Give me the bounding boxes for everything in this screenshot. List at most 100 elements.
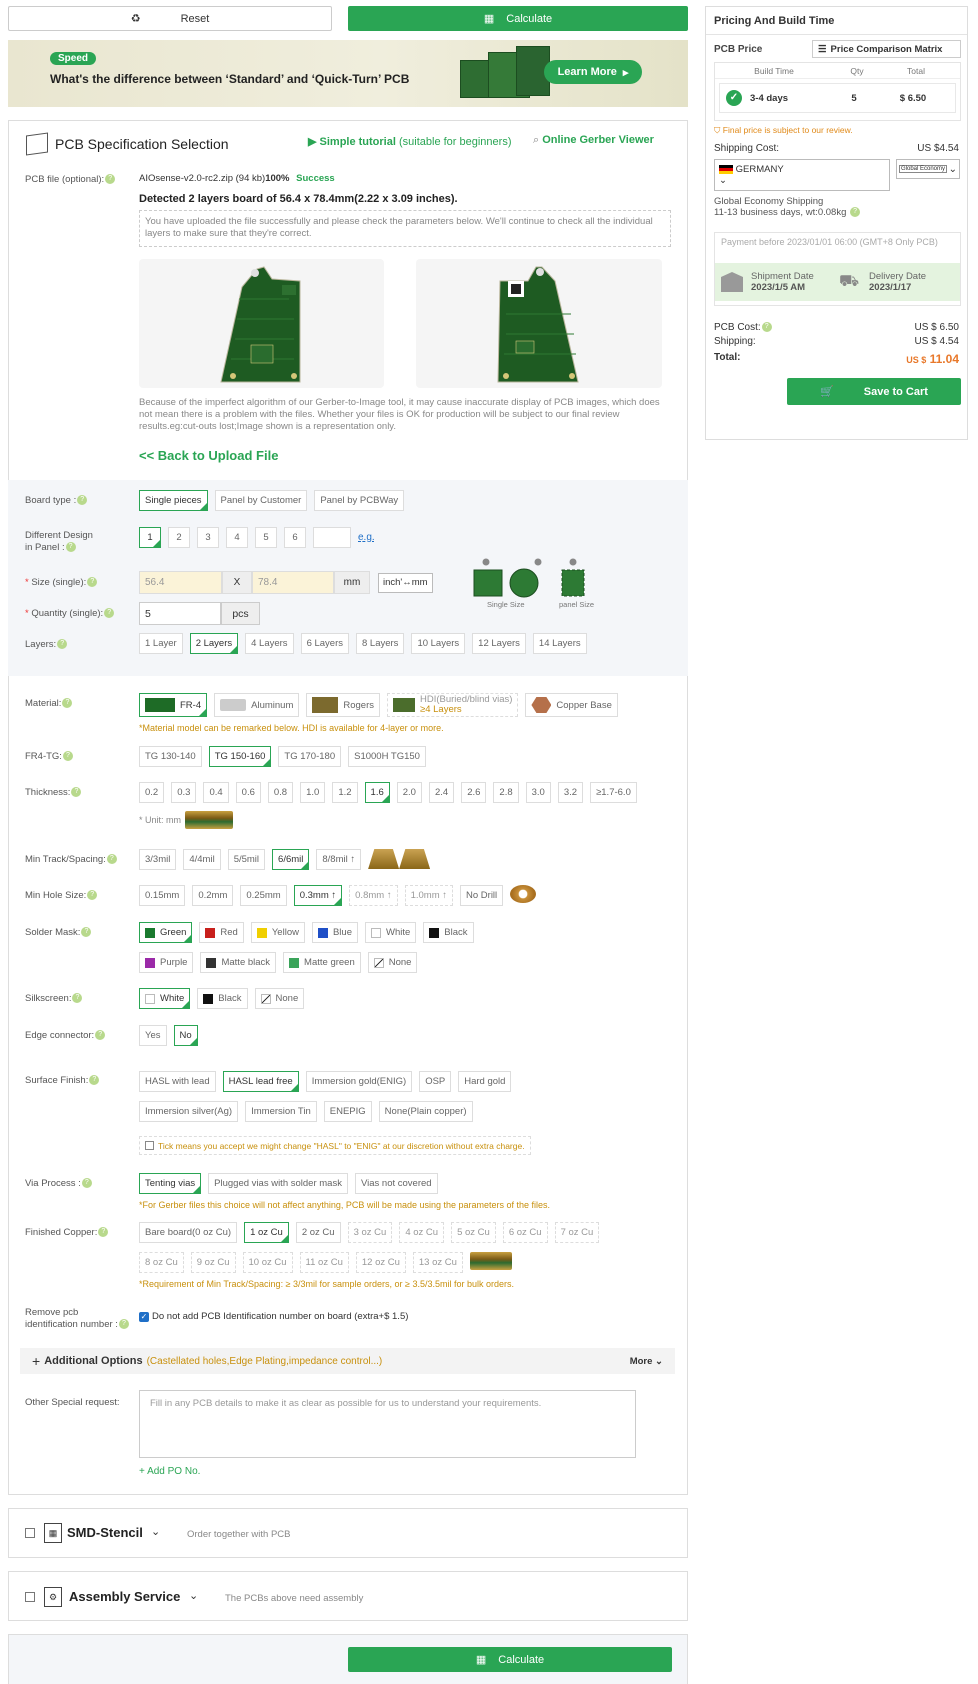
example-link[interactable]: e.g.	[358, 532, 375, 543]
mask-blue[interactable]: Blue	[311, 922, 358, 943]
copper-2oz[interactable]: 2 oz Cu	[295, 1222, 341, 1243]
layer-option-10[interactable]: 10 Layers	[411, 633, 466, 654]
design-option-2[interactable]: 2	[168, 527, 190, 548]
promo-banner[interactable]: Speed What's the difference between ‘Sta…	[8, 40, 688, 107]
special-request-textarea[interactable]: Fill in any PCB details to make it as cl…	[139, 1390, 636, 1458]
tg-option-170[interactable]: TG 170-180	[278, 746, 342, 767]
hole-0-2[interactable]: 0.2mm	[192, 885, 234, 906]
design-option-3[interactable]: 3	[197, 527, 219, 548]
more-toggle[interactable]: More ⌄	[630, 1356, 663, 1367]
silk-black[interactable]: Black	[197, 988, 248, 1009]
track-5-5[interactable]: 5/5mil	[227, 849, 266, 870]
mask-white[interactable]: White	[364, 922, 417, 943]
thickness-0-4[interactable]: 0.4	[203, 782, 229, 803]
finish-none[interactable]: None(Plain copper)	[378, 1101, 473, 1122]
chevron-down-icon[interactable]: ⌄	[189, 1589, 198, 1602]
material-copper-base[interactable]: Copper Base	[525, 693, 618, 717]
assembly-title[interactable]: Assembly Service	[69, 1589, 180, 1604]
hole-0-25[interactable]: 0.25mm	[240, 885, 287, 906]
material-rogers[interactable]: Rogers	[306, 693, 380, 717]
thickness-0-8[interactable]: 0.8	[267, 782, 294, 803]
silk-none[interactable]: None	[254, 988, 305, 1009]
copper-4oz[interactable]: 4 oz Cu	[399, 1222, 445, 1243]
unit-toggle-button[interactable]: inch'↔mm	[378, 573, 433, 593]
track-4-4[interactable]: 4/4mil	[183, 849, 221, 870]
track-6-6[interactable]: 6/6mil	[272, 849, 310, 870]
hole-0-8[interactable]: 0.8mm ↑	[349, 885, 398, 906]
design-option-6[interactable]: 6	[284, 527, 306, 548]
mask-green[interactable]: Green	[139, 922, 193, 943]
material-fr4[interactable]: FR-4	[139, 693, 208, 717]
thickness-0-3[interactable]: 0.3	[171, 782, 197, 803]
quantity-input[interactable]: 5	[139, 602, 221, 625]
copper-5oz[interactable]: 5 oz Cu	[451, 1222, 496, 1243]
thickness-3-2[interactable]: 3.2	[557, 782, 584, 803]
tg-option-150[interactable]: TG 150-160	[208, 746, 272, 767]
layer-option-8[interactable]: 8 Layers	[356, 633, 405, 654]
thickness-2-0[interactable]: 2.0	[396, 782, 422, 803]
option-panel-by-customer[interactable]: Panel by Customer	[214, 490, 308, 511]
hole-1-0[interactable]: 1.0mm ↑	[404, 885, 454, 906]
hasl-tick-checkbox[interactable]	[145, 1141, 154, 1150]
chevron-down-icon[interactable]: ⌄	[151, 1525, 160, 1538]
thickness-0-6[interactable]: 0.6	[235, 782, 261, 803]
layer-option-12[interactable]: 12 Layers	[472, 633, 526, 654]
tg-option-130[interactable]: TG 130-140	[139, 746, 202, 767]
additional-options-bar[interactable]: + Additional Options (Castellated holes,…	[20, 1348, 675, 1374]
width-input[interactable]: 56.4	[139, 571, 222, 594]
material-aluminum[interactable]: Aluminum	[214, 693, 300, 717]
finish-enig[interactable]: Immersion gold(ENIG)	[305, 1071, 413, 1092]
assembly-checkbox[interactable]	[25, 1592, 35, 1602]
design-option-1[interactable]: 1	[139, 527, 161, 548]
gerber-viewer-link[interactable]: ⌕ Online Gerber Viewer	[533, 134, 654, 147]
finish-hard-gold[interactable]: Hard gold	[458, 1071, 512, 1092]
thickness-3-0[interactable]: 3.0	[525, 782, 551, 803]
via-not-covered[interactable]: Vias not covered	[354, 1173, 438, 1194]
thickness-1-0[interactable]: 1.0	[300, 782, 326, 803]
mask-matte-green[interactable]: Matte green	[283, 952, 361, 973]
thickness-2-6[interactable]: 2.6	[461, 782, 487, 803]
finish-hasl-lead-free[interactable]: HASL lead free	[222, 1071, 299, 1092]
mask-purple[interactable]: Purple	[139, 952, 194, 973]
mask-red[interactable]: Red	[199, 922, 244, 943]
finish-hasl-lead[interactable]: HASL with lead	[139, 1071, 216, 1092]
tutorial-link[interactable]: ▶ Simple tutorial (suitable for beginner…	[308, 135, 512, 148]
thickness-1-2[interactable]: 1.2	[332, 782, 358, 803]
height-input[interactable]: 78.4	[252, 571, 334, 594]
copper-9oz[interactable]: 9 oz Cu	[190, 1252, 236, 1273]
shipping-method-select[interactable]: Global Economy ⌄	[896, 159, 960, 179]
thickness-custom[interactable]: ≥1.7-6.0	[590, 782, 637, 803]
copper-12oz[interactable]: 12 oz Cu	[355, 1252, 406, 1273]
country-select[interactable]: GERMANY ⌄	[714, 159, 890, 191]
thickness-0-2[interactable]: 0.2	[139, 782, 165, 803]
mask-black[interactable]: Black	[423, 922, 474, 943]
hole-0-15[interactable]: 0.15mm	[139, 885, 186, 906]
back-to-upload-link[interactable]: << Back to Upload File	[139, 448, 278, 463]
copper-3oz[interactable]: 3 oz Cu	[347, 1222, 393, 1243]
mask-none[interactable]: None	[367, 952, 418, 973]
calculate-button-top[interactable]: ▦ Calculate	[348, 6, 688, 31]
option-panel-by-pcbway[interactable]: Panel by PCBWay	[314, 490, 405, 511]
design-custom-input[interactable]	[313, 527, 351, 548]
mask-yellow[interactable]: Yellow	[250, 922, 305, 943]
copper-0oz[interactable]: Bare board(0 oz Cu)	[139, 1222, 238, 1243]
layer-option-6[interactable]: 6 Layers	[300, 633, 349, 654]
layer-option-4[interactable]: 4 Layers	[245, 633, 294, 654]
price-matrix-button[interactable]: ☰ Price Comparison Matrix	[812, 40, 961, 58]
thickness-1-6[interactable]: 1.6	[364, 782, 390, 803]
layer-option-1[interactable]: 1 Layer	[139, 633, 183, 654]
finish-immersion-silver[interactable]: Immersion silver(Ag)	[139, 1101, 239, 1122]
stencil-checkbox[interactable]	[25, 1528, 35, 1538]
via-plugged[interactable]: Plugged vias with solder mask	[208, 1173, 348, 1194]
mask-matte-black[interactable]: Matte black	[200, 952, 277, 973]
add-po-link[interactable]: + Add PO No.	[139, 1466, 200, 1477]
silk-white[interactable]: White	[139, 988, 191, 1009]
edge-yes[interactable]: Yes	[139, 1025, 167, 1046]
finish-enepig[interactable]: ENEPIG	[323, 1101, 372, 1122]
via-tenting[interactable]: Tenting vias	[139, 1173, 202, 1194]
remove-id-checkbox[interactable]: ✓	[139, 1311, 149, 1322]
design-option-4[interactable]: 4	[226, 527, 248, 548]
learn-more-button[interactable]: Learn More ▸	[544, 60, 642, 84]
finish-immersion-tin[interactable]: Immersion Tin	[245, 1101, 317, 1122]
tg-option-s1000h[interactable]: S1000H TG150	[348, 746, 426, 767]
